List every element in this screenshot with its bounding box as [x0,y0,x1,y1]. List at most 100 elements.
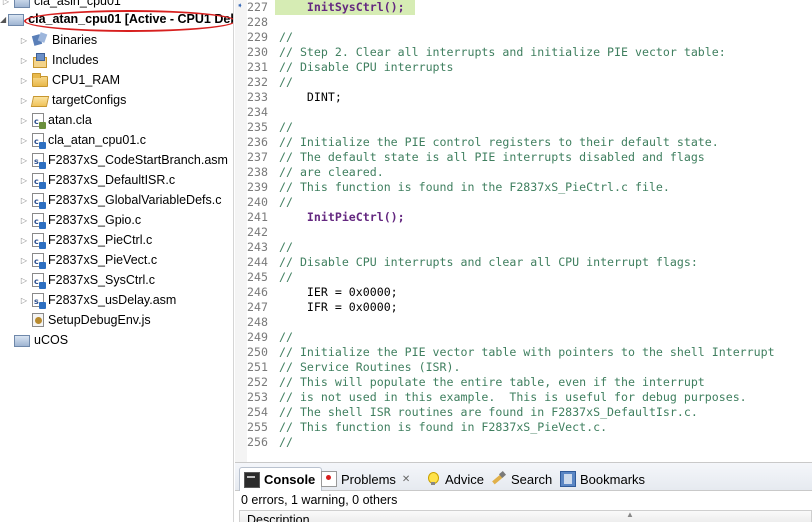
collapsed-arrow-icon[interactable]: ▷ [18,90,30,110]
line-number: 244 [247,255,268,269]
code-line[interactable]: 235 // [235,120,812,135]
tree-item[interactable]: ▷ c F2837xS_SysCtrl.c [0,270,233,290]
bookmarks-icon [560,471,576,487]
tree-item[interactable]: ▷ c cla_atan_cpu01.c [0,130,233,150]
tree-item[interactable]: ▷ targetConfigs [0,90,233,110]
code-line[interactable]: 244 // Disable CPU interrupts and clear a… [235,255,812,270]
code-text: // [279,240,293,254]
line-number: 255 [247,420,268,434]
line-number: 246 [247,285,268,299]
collapsed-arrow-icon[interactable]: ▷ [18,30,30,50]
code-line[interactable]: 256 // [235,435,812,450]
code-line[interactable]: 253 // is not used in this example. This … [235,390,812,405]
code-text: // Service Routines (ISR). [279,360,461,374]
code-line[interactable]: 231 // Disable CPU interrupts [235,60,812,75]
code-text: // [279,270,293,284]
tree-item[interactable]: ▷ c F2837xS_GlobalVariableDefs.c [0,190,233,210]
collapsed-arrow-icon[interactable]: ▷ [18,110,30,130]
code-line[interactable]: 247 IFR = 0x0000; [235,300,812,315]
line-number: 235 [247,120,268,134]
code-text: InitPieCtrl(); [279,210,405,224]
collapsed-arrow-icon[interactable]: ▷ [18,130,30,150]
tree-item-label: uCOS [34,333,69,347]
tree-item[interactable]: ▷ c F2837xS_Gpio.c [0,210,233,230]
tree-item-ucos[interactable]: uCOS [0,330,233,350]
c-file-icon: c [32,273,46,289]
collapsed-arrow-icon[interactable]: ▷ [18,50,30,70]
tree-item[interactable]: SetupDebugEnv.js [0,310,233,330]
tab-strip: Console Problems ✕ Advice Search Bookmar… [235,463,812,491]
code-line[interactable]: 243 // [235,240,812,255]
code-line[interactable]: 254 // The shell ISR routines are found i… [235,405,812,420]
close-icon[interactable]: ✕ [402,474,410,485]
code-line[interactable]: 239 // This function is found in the F283… [235,180,812,195]
tree-item[interactable]: ▷ c F2837xS_DefaultISR.c [0,170,233,190]
code-text: DINT; [279,90,342,104]
tab-advice[interactable]: Advice [425,467,484,491]
code-text: // Disable CPU interrupts and clear all … [279,255,698,269]
tree-item[interactable]: ▷ c F2837xS_PieVect.c [0,250,233,270]
collapsed-arrow-icon[interactable]: ▷ [18,290,30,310]
cla-file-icon: c [32,113,46,129]
line-number: 240 [247,195,268,209]
tab-problems[interactable]: Problems ✕ [321,467,410,491]
line-number: 252 [247,375,268,389]
collapsed-arrow-icon[interactable]: ▷ [18,230,30,250]
tree-item[interactable]: ▷ s F2837xS_CodeStartBranch.asm [0,150,233,170]
code-line[interactable]: 232 // [235,75,812,90]
line-number: 236 [247,135,268,149]
code-line[interactable]: 229 // [235,30,812,45]
code-line[interactable]: 228 [235,15,812,30]
code-line[interactable]: 251 // Service Routines (ISR). [235,360,812,375]
expanded-arrow-icon[interactable]: ◢ [0,9,6,29]
line-number: 229 [247,30,268,44]
code-line[interactable]: 238 // are cleared. [235,165,812,180]
collapsed-arrow-icon[interactable]: ▷ [18,190,30,210]
tree-item[interactable]: ▷ c atan.cla [0,110,233,130]
code-line[interactable]: 237 // The default state is all PIE inter… [235,150,812,165]
collapsed-arrow-icon[interactable]: ▷ [18,150,30,170]
collapsed-arrow-icon[interactable]: ▷ [18,210,30,230]
code-line[interactable]: 230 // Step 2. Clear all interrupts and i… [235,45,812,60]
tree-item[interactable]: ▷ Includes [0,50,233,70]
tree-item[interactable]: ▷ c F2837xS_PieCtrl.c [0,230,233,250]
code-text: // Initialize the PIE vector table with … [279,345,775,359]
code-line[interactable]: 236 // Initialize the PIE control registe… [235,135,812,150]
line-number: 233 [247,90,268,104]
tab-search[interactable]: Search [491,467,552,491]
code-line[interactable]: 234 [235,105,812,120]
c-file-icon: c [32,233,46,249]
line-number: 250 [247,345,268,359]
code-line[interactable]: 241 InitPieCtrl(); [235,210,812,225]
tree-item-label: cla_asin_cpu01 [34,0,121,8]
tree-item[interactable]: ▷ Binaries [0,30,233,50]
line-number: 234 [247,105,268,119]
tab-console[interactable]: Console [239,467,323,491]
code-line[interactable]: 242 [235,225,812,240]
tree-item-active-project[interactable]: ◢ cla_atan_cpu01 [Active - CPU1 Debug] [0,8,233,30]
code-line[interactable]: 252 // This will populate the entire tabl… [235,375,812,390]
project-explorer: ▷ cla_asin_cpu01 ◢ cla_atan_cpu01 [Activ… [0,0,234,522]
code-editor[interactable]: ➧ 227 InitSysCtrl(); 228 229//230// Step 2.… [235,0,812,462]
tree-item[interactable]: ▷ CPU1_RAM [0,70,233,90]
collapsed-arrow-icon[interactable]: ▷ [18,70,30,90]
code-line[interactable]: ➧ 227 InitSysCtrl(); [235,0,812,15]
code-line[interactable]: 249 // [235,330,812,345]
code-line[interactable]: 240 // [235,195,812,210]
tree-item-label: F2837xS_PieVect.c [48,253,158,267]
code-line[interactable]: 250 // Initialize the PIE vector table wi… [235,345,812,360]
code-line[interactable]: 233 DINT; [235,90,812,105]
collapsed-arrow-icon[interactable]: ▷ [18,170,30,190]
asm-file-icon: s [32,293,46,309]
code-line[interactable]: 255 // This function is found in F2837xS_… [235,420,812,435]
line-number: 243 [247,240,268,254]
column-header-description[interactable]: Description ▲ [239,510,812,522]
tab-label: Console [264,472,316,487]
code-line[interactable]: 245 // [235,270,812,285]
tab-bookmarks[interactable]: Bookmarks [560,467,645,491]
code-line[interactable]: 248 [235,315,812,330]
tree-item[interactable]: ▷ s F2837xS_usDelay.asm [0,290,233,310]
code-line[interactable]: 246 IER = 0x0000; [235,285,812,300]
collapsed-arrow-icon[interactable]: ▷ [18,270,30,290]
collapsed-arrow-icon[interactable]: ▷ [18,250,30,270]
